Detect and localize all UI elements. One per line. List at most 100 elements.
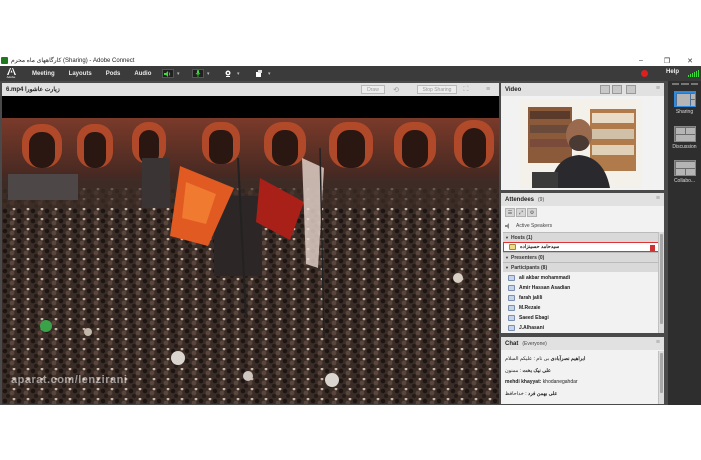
layout-discussion[interactable]: Discussion xyxy=(668,126,701,150)
speaker-icon xyxy=(505,223,512,229)
webcam-icon xyxy=(222,69,234,78)
fullscreen-icon[interactable]: ⛶ xyxy=(461,85,471,94)
status-view-icon[interactable]: ⤢ xyxy=(516,208,526,217)
attendees-pod-title: Attendees xyxy=(505,196,535,203)
chevron-down-icon[interactable]: ▾ xyxy=(237,71,240,77)
help-menu[interactable]: Help xyxy=(666,69,679,75)
webcam-toggle[interactable]: ▾ xyxy=(222,69,240,78)
chevron-down-icon[interactable]: ▾ xyxy=(268,71,271,77)
menu-audio[interactable]: Audio xyxy=(134,71,151,77)
layout-label: Collabo... xyxy=(673,178,696,184)
share-pod-title: 6.mp4 زیارت عاشورا xyxy=(6,87,60,93)
attendee-row[interactable]: Saeed Ebagi xyxy=(503,313,660,323)
chat-text: : خداحافظ xyxy=(505,391,527,397)
layout-discussion-thumbnail xyxy=(673,126,696,142)
pod-menu-icon[interactable]: ≡ xyxy=(483,85,493,94)
app-icon xyxy=(1,57,8,64)
layouts-bar: Sharing Discussion Collabo... xyxy=(668,81,701,405)
attendee-row[interactable]: ali akbar mohammadi xyxy=(503,273,660,283)
pod-menu-icon[interactable]: ≡ xyxy=(656,339,660,346)
speaker-toggle[interactable]: ▾ xyxy=(162,69,180,78)
participants-group-header[interactable]: ▼ Participants (8) xyxy=(503,262,660,272)
adobe-logo-icon: Adobe xyxy=(4,67,18,80)
adobe-logo-text: Adobe xyxy=(6,74,16,79)
menu-pods[interactable]: Pods xyxy=(106,71,121,77)
menu-meeting[interactable]: Meeting xyxy=(32,71,55,77)
user-icon xyxy=(508,275,515,281)
user-options-icon[interactable]: ⚙ xyxy=(527,208,537,217)
draw-button[interactable]: Draw xyxy=(361,85,385,94)
close-button[interactable]: ✕ xyxy=(678,55,701,66)
layouts-bar-ruler xyxy=(672,83,698,85)
hosts-group-header[interactable]: ▼ Hosts (1) xyxy=(503,232,660,242)
expand-triangle-icon: ▼ xyxy=(505,265,509,270)
video-watermark: aparat.com/lenzirani xyxy=(11,374,128,386)
active-speakers-row: Active Speakers xyxy=(503,221,660,231)
layout-collaboration-thumbnail xyxy=(673,160,696,176)
share-pod: 6.mp4 زیارت عاشورا Draw ⟲ Stop Sharing ⛶… xyxy=(2,83,499,404)
video-pod-title: Video xyxy=(505,86,522,93)
chat-message: علی بهمن فرد : خداحافظ xyxy=(505,391,557,397)
window-titlebar: کارگاههای ماه محرم (Sharing) - Adobe Con… xyxy=(0,55,701,66)
attendee-name: Saeed Ebagi xyxy=(519,315,549,321)
layout-collaboration[interactable]: Collabo... xyxy=(668,160,701,184)
chat-message: علی نیک بخت : ممنون xyxy=(505,368,551,374)
layout-label: Discussion xyxy=(672,144,697,150)
webcam-feed[interactable] xyxy=(520,99,642,188)
window-title: کارگاههای ماه محرم (Sharing) - Adobe Con… xyxy=(11,58,135,64)
attendee-name: ali akbar mohammadi xyxy=(519,275,571,281)
attendee-host-row[interactable]: سیدحامد حسینزاده xyxy=(503,242,660,252)
chat-sender: علی بهمن فرد xyxy=(528,391,558,397)
shared-video-frame[interactable] xyxy=(2,118,499,404)
shared-video-image xyxy=(2,118,499,404)
attendee-row[interactable]: farah jalili xyxy=(503,293,660,303)
microphone-toggle[interactable]: ▾ xyxy=(192,69,210,78)
menu-layouts[interactable]: Layouts xyxy=(69,71,92,77)
recording-indicator-icon[interactable] xyxy=(641,70,648,77)
chat-pod-header: Chat (Everyone) ≡ xyxy=(501,337,664,350)
chat-sender: mehdi khayyat: xyxy=(505,379,542,385)
maximize-button[interactable]: ❐ xyxy=(655,55,679,66)
speaker-icon xyxy=(162,69,174,78)
sync-icon[interactable]: ⟲ xyxy=(391,85,401,94)
attendee-row[interactable]: J.Alhasani xyxy=(503,323,660,333)
connection-signal-icon xyxy=(688,70,699,77)
layout-label: Sharing xyxy=(675,109,694,115)
chat-sender: علی نیک بخت xyxy=(522,368,552,374)
scrollbar-thumb[interactable] xyxy=(660,234,663,324)
user-icon xyxy=(508,305,515,311)
attendees-scrollbar[interactable] xyxy=(658,232,664,333)
chat-sender: ابراهیم نصرآبادی xyxy=(550,356,586,362)
attendee-name: M.Rezaie xyxy=(519,305,541,311)
grid-view-icon[interactable] xyxy=(600,85,610,94)
attendee-name: J.Alhasani xyxy=(519,325,545,331)
chat-message: ابراهیم نصرآبادی بی نام : علیکم السلام xyxy=(505,356,585,362)
menubar: Adobe Meeting Layouts Pods Audio ▾ ▾ ▾ ▾… xyxy=(0,66,701,81)
attendee-row[interactable]: M.Rezaie xyxy=(503,303,660,313)
mic-status-icon xyxy=(650,245,655,251)
chevron-down-icon[interactable]: ▾ xyxy=(207,71,210,77)
chevron-down-icon[interactable]: ▾ xyxy=(177,71,180,77)
attendee-row[interactable]: Amir Hassan Asadian xyxy=(503,283,660,293)
attendees-pod-header: Attendees (9) ≡ xyxy=(501,193,664,206)
attendee-count: (9) xyxy=(538,196,545,203)
raise-hand-toggle[interactable]: ▾ xyxy=(253,69,271,78)
filmstrip-view-icon[interactable] xyxy=(612,85,622,94)
chat-scrollbar[interactable] xyxy=(658,351,664,404)
pod-menu-icon[interactable]: ≡ xyxy=(656,195,660,202)
expand-triangle-icon: ▼ xyxy=(505,255,509,260)
list-view-icon[interactable]: ☰ xyxy=(505,208,515,217)
presenters-group-header[interactable]: ▼ Presenters (0) xyxy=(503,252,660,262)
scrollbar-thumb[interactable] xyxy=(660,353,663,393)
participants-group-label: Participants (8) xyxy=(511,264,548,271)
pod-menu-icon[interactable]: ≡ xyxy=(656,85,660,92)
layout-sharing-thumbnail xyxy=(673,91,696,107)
settings-icon[interactable] xyxy=(626,85,636,94)
video-pod-header: Video ≡ xyxy=(501,83,664,96)
stop-sharing-button[interactable]: Stop Sharing xyxy=(417,85,457,94)
minimize-button[interactable]: – xyxy=(629,55,653,66)
user-icon xyxy=(508,325,515,331)
attendee-name: farah jalili xyxy=(519,295,543,301)
chat-pod-title: Chat xyxy=(505,340,519,347)
layout-sharing[interactable]: Sharing xyxy=(668,91,701,115)
